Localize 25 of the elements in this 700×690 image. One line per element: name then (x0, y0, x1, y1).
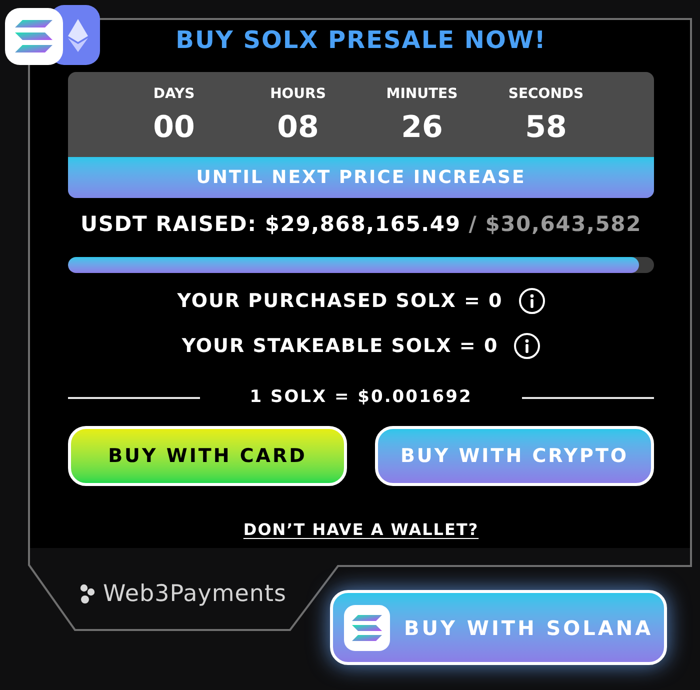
solana-logo-icon (344, 604, 390, 650)
info-icon[interactable] (514, 333, 540, 359)
countdown-label: SECONDS (508, 85, 584, 103)
panel-title: BUY SOLX PRESALE NOW! (174, 25, 548, 55)
buy-with-card-button[interactable]: BUY WITH CARD (68, 426, 347, 486)
countdown-value: 26 (401, 112, 443, 144)
info-icon[interactable] (518, 288, 545, 314)
countdown-label: DAYS (153, 85, 195, 103)
countdown-label: HOURS (270, 85, 326, 103)
raised-amount: $29,868,165.49 (264, 211, 461, 238)
countdown-caption: UNTIL NEXT PRICE INCREASE (68, 157, 654, 198)
countdown-value: 08 (277, 112, 319, 144)
price-text: 1 SOLX = $0.001692 (250, 386, 472, 410)
countdown-value: 58 (525, 112, 567, 144)
balance-text: YOUR STAKEABLE SOLX = 0 (182, 334, 498, 359)
balance-text: YOUR PURCHASED SOLX = 0 (177, 288, 503, 314)
brand-logo-icon (80, 584, 95, 604)
solana-logo-icon (5, 8, 63, 65)
countdown-value: 00 (153, 112, 195, 144)
raised-label: USDT RAISED: (80, 211, 257, 238)
no-wallet-link[interactable]: DON’T HAVE A WALLET? (243, 520, 479, 540)
raised-separator: / (468, 211, 478, 238)
countdown-label: MINUTES (386, 85, 458, 103)
raised-target: $30,643,582 (485, 211, 642, 238)
brand-name: Web3Payments (103, 580, 286, 609)
